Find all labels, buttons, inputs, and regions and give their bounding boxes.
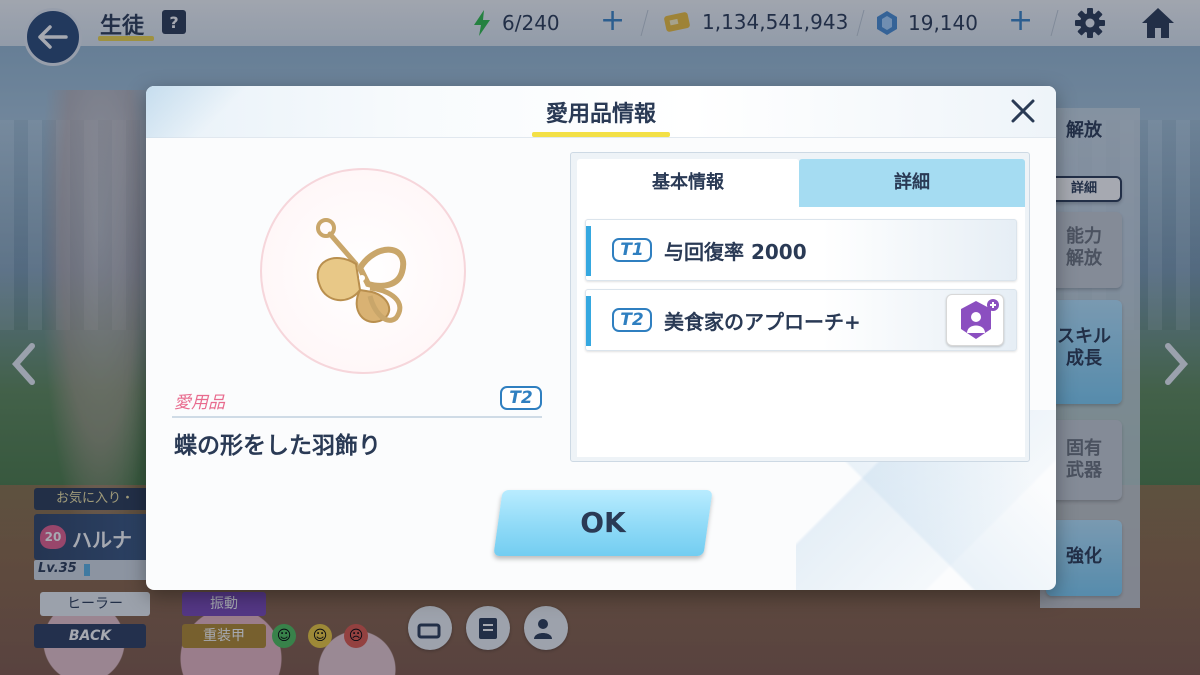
item-category-label: 愛用品 bbox=[174, 393, 225, 413]
skill-row: T2 美食家のアプローチ+ bbox=[585, 289, 1017, 351]
butterfly-charm-icon bbox=[298, 206, 428, 336]
row-tier-badge: T2 bbox=[612, 308, 652, 332]
ok-button[interactable]: OK bbox=[498, 490, 708, 556]
row-accent-bar bbox=[586, 296, 591, 346]
item-tier-badge: T2 bbox=[500, 386, 542, 410]
row-tier-badge: T1 bbox=[612, 238, 652, 262]
dialog-title-underline bbox=[532, 132, 670, 137]
tab-basic-info[interactable]: 基本情報 bbox=[577, 159, 799, 207]
row-text: 美食家のアプローチ+ bbox=[664, 310, 861, 334]
favorite-item-info-dialog: 愛用品情報 愛用品 T2 蝶の形をした羽飾り 基本情報 詳細 T1 与回復率 2… bbox=[146, 86, 1056, 590]
row-accent-bar bbox=[586, 226, 591, 276]
item-divider bbox=[172, 416, 542, 418]
info-panel: 基本情報 詳細 T1 与回復率 2000 T2 美食家のアプローチ+ bbox=[570, 152, 1030, 462]
close-icon bbox=[1011, 99, 1035, 123]
tab-content: T1 与回復率 2000 T2 美食家のアプローチ+ bbox=[577, 207, 1025, 457]
stat-row: T1 与回復率 2000 bbox=[585, 219, 1017, 281]
item-name: 蝶の形をした羽飾り bbox=[174, 433, 381, 459]
close-button[interactable] bbox=[1006, 94, 1040, 128]
dialog-title: 愛用品情報 bbox=[545, 102, 656, 127]
tab-details[interactable]: 詳細 bbox=[799, 159, 1025, 207]
row-text: 与回復率 2000 bbox=[664, 240, 807, 264]
skill-icon[interactable] bbox=[946, 294, 1004, 346]
